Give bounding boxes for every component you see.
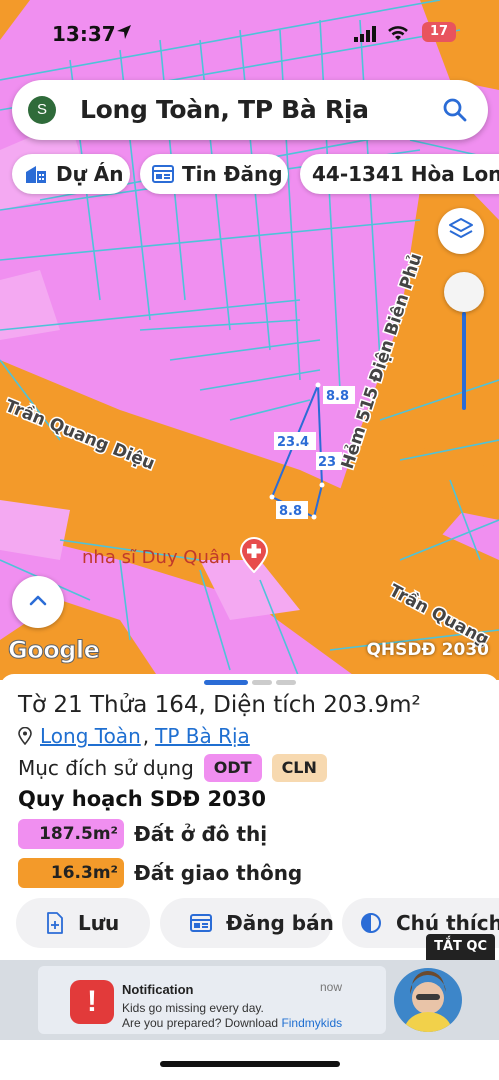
chip-parcel[interactable]: 44-1341 Hòa Lon: [300, 154, 499, 194]
listing-icon: [190, 913, 212, 933]
google-logo: Google: [7, 636, 100, 665]
ad-banner[interactable]: ! Notification now Kids go missing every…: [0, 960, 499, 1040]
tag-cln: CLN: [271, 754, 327, 782]
chip-parcel-label: 44-1341 Hòa Lon: [312, 162, 499, 186]
search-input[interactable]: Long Toàn, TP Bà Rịa: [80, 95, 369, 124]
ad-title: Notification: [122, 982, 194, 997]
ad-line1: Kids go missing every day.: [122, 1001, 264, 1015]
ad-notification[interactable]: ! Notification now Kids go missing every…: [38, 966, 386, 1034]
signal-icon: [354, 26, 378, 47]
layers-button[interactable]: [438, 208, 484, 254]
map-pin-icon: [18, 727, 32, 745]
expand-sheet-button[interactable]: [12, 576, 64, 628]
close-ad-button[interactable]: TẮT QC: [426, 934, 495, 960]
ward-link[interactable]: Long Toàn: [40, 724, 141, 748]
ad-line2: Are you prepared? Download Findmykids: [122, 1016, 343, 1030]
save-button[interactable]: Lưu: [16, 898, 150, 948]
battery-indicator: 17: [422, 22, 456, 42]
home-indicator: [160, 1061, 340, 1067]
medical-pin-icon[interactable]: [239, 537, 269, 578]
chip-du-an[interactable]: Dự Án: [12, 154, 130, 194]
avatar[interactable]: S: [28, 96, 56, 124]
status-bar: 13:37 17: [0, 0, 499, 64]
wifi-icon: [386, 24, 410, 47]
dimension-top: 8.8: [326, 389, 349, 404]
listing-icon: [152, 164, 174, 184]
poi-marker[interactable]: nha sĩ Duy Quân: [82, 537, 269, 578]
search-icon[interactable]: [442, 97, 468, 128]
plan-area-residential: 187.5m²: [18, 819, 124, 849]
post-sale-button-label: Đăng bán: [226, 911, 334, 935]
chevron-up-icon: [28, 593, 48, 612]
ad-child-photo: [394, 968, 462, 1032]
sheet-handle[interactable]: [276, 680, 296, 685]
parcel-title: Tờ 21 Thửa 164, Diện tích 203.9m²: [18, 692, 421, 718]
map-view[interactable]: 8.8 23.4 23 8.8 Trần Quang Diệu Hẻm 515 …: [0, 0, 499, 680]
post-sale-button[interactable]: Đăng bán: [160, 898, 334, 948]
alert-icon: !: [70, 980, 114, 1024]
parcel-info-sheet: Tờ 21 Thửa 164, Diện tích 203.9m² Long T…: [0, 674, 499, 964]
land-use-purpose: Mục đích sử dụng ODT CLN: [18, 754, 327, 782]
plan-title: Quy hoạch SDĐ 2030: [18, 787, 266, 811]
poi-label[interactable]: nha sĩ Duy Quân: [82, 547, 231, 568]
dimension-left: 23.4: [277, 435, 309, 450]
dimension-bottom: 8.8: [279, 504, 302, 519]
save-button-label: Lưu: [78, 911, 120, 935]
add-file-icon: [46, 912, 64, 934]
layers-icon: [448, 216, 474, 247]
tag-odt: ODT: [203, 754, 262, 782]
dimension-right: 23: [318, 455, 336, 470]
building-icon: [24, 163, 48, 185]
sheet-handle-active[interactable]: [204, 680, 248, 685]
plan-item-traffic: 16.3m² Đất giao thông: [18, 858, 302, 888]
search-bar[interactable]: S Long Toàn, TP Bà Rịa: [12, 80, 488, 140]
plan-label-traffic: Đất giao thông: [134, 861, 303, 885]
opacity-slider-track[interactable]: [462, 312, 466, 410]
plan-area-traffic: 16.3m²: [18, 858, 124, 888]
purpose-label: Mục đích sử dụng: [18, 756, 194, 780]
plan-badge: QHSDĐ 2030: [366, 640, 489, 660]
plan-item-residential: 187.5m² Đất ở đô thị: [18, 819, 267, 849]
status-time: 13:37: [52, 22, 116, 46]
chip-du-an-label: Dự Án: [56, 162, 124, 186]
contrast-icon: [360, 912, 382, 934]
sheet-handle[interactable]: [252, 680, 272, 685]
location-arrow-icon: [116, 24, 132, 45]
chip-tin-dang[interactable]: Tin Đăng: [140, 154, 288, 194]
legend-button-label: Chú thích: [396, 911, 499, 935]
opacity-slider-handle[interactable]: [444, 272, 484, 312]
parcel-location: Long Toàn , TP Bà Rịa: [18, 724, 250, 748]
plan-label-residential: Đất ở đô thị: [134, 822, 268, 846]
ad-time: now: [320, 980, 343, 994]
city-link[interactable]: TP Bà Rịa: [155, 724, 250, 748]
chip-tin-dang-label: Tin Đăng: [182, 162, 283, 186]
